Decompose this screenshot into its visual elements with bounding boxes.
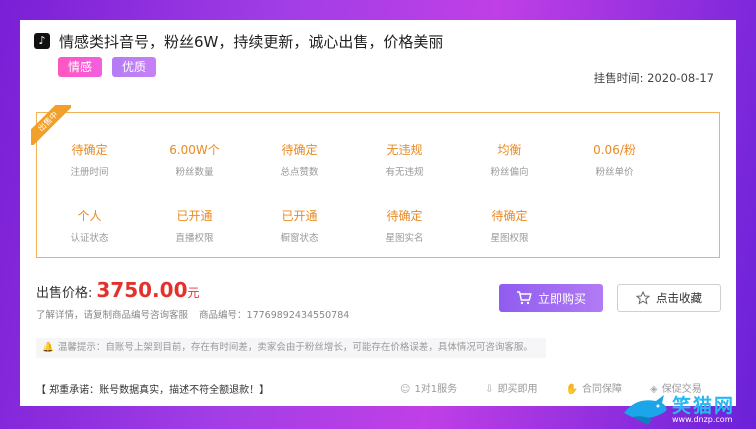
price-amount: 3750.00 — [96, 278, 188, 302]
stat-label: 橱窗状态 — [280, 233, 319, 244]
price-row: 出售价格: 3750.00元 — [36, 278, 200, 302]
buy-now-button[interactable]: 立即购买 — [499, 284, 603, 312]
stat-label: 认证状态 — [70, 233, 109, 244]
tag-quality: 优质 — [112, 57, 157, 77]
stat-label: 有无违规 — [385, 167, 424, 178]
stat-fan-bias: 均衡 粉丝偏向 — [457, 141, 562, 178]
handshake-icon: ✋ — [565, 384, 579, 395]
watermark-title: 笑猫网 — [672, 395, 736, 417]
stat-label: 总点赞数 — [280, 167, 319, 178]
stat-value: 待确定 — [491, 209, 528, 223]
stat-value: 无违规 — [386, 143, 423, 157]
stat-value: 均衡 — [497, 143, 522, 157]
douyin-icon: ♪ — [34, 33, 50, 49]
listing-card: ♪ 情感类抖音号，粉丝6W，持续更新，诚心出售，价格美丽 情感 优质 挂售时间:… — [20, 20, 736, 406]
stat-label: 粉丝数量 — [175, 167, 214, 178]
buy-now-label: 立即购买 — [537, 291, 586, 306]
user-icon: ☺ — [400, 384, 411, 395]
promise-text: 【 郑重承诺：账号数据真实，描述不符全额退款！】 — [36, 385, 270, 396]
price-unit: 元 — [187, 286, 200, 300]
notice-text: 温馨提示：自账号上架到目前，存在有时间差，卖家会由于粉丝增长，可能存在价格误差，… — [57, 342, 533, 353]
stat-showcase: 已开通 橱窗状态 — [247, 207, 352, 244]
star-icon — [636, 291, 650, 305]
stat-value: 6.00W个 — [169, 143, 220, 157]
stats-grid: 待确定 注册时间 6.00W个 粉丝数量 待确定 总点赞数 无违规 有无违规 均… — [37, 113, 719, 257]
desc-hint: 了解详情，请复制商品编号咨询客服 — [36, 310, 189, 321]
stat-live-permission: 已开通 直播权限 — [142, 207, 247, 244]
stats-box: 出售中 待确定 注册时间 6.00W个 粉丝数量 待确定 总点赞数 无违规 有无… — [31, 105, 720, 258]
feature-item: ✋ 合同保障 — [566, 380, 622, 395]
stat-value: 已开通 — [176, 209, 213, 223]
stat-verification: 个人 认证状态 — [37, 207, 142, 244]
stat-unit-price: 0.06/粉 粉丝单价 — [562, 141, 667, 178]
notice-bar: 🔔 温馨提示：自账号上架到目前，存在有时间差，卖家会由于粉丝增长，可能存在价格误差… — [36, 338, 546, 358]
stat-violation: 无违规 有无违规 — [352, 141, 457, 178]
stat-label: 注册时间 — [70, 167, 109, 178]
stat-label: 星图实名 — [385, 233, 424, 244]
feature-item: ☺ 1对1服务 — [400, 380, 457, 395]
post-time: 挂售时间: 2020-08-17 — [593, 71, 714, 85]
stat-xingtu-permission: 待确定 星图权限 — [457, 207, 562, 244]
site-watermark: 笑猫网 www.dnzp.com — [622, 389, 752, 427]
favorite-label: 点击收藏 — [656, 291, 702, 305]
stat-value: 0.06/粉 — [593, 143, 636, 157]
product-code: 商品编号：17769892434550784 — [199, 310, 350, 321]
stat-label: 粉丝偏向 — [490, 167, 529, 178]
shark-logo-icon — [624, 395, 667, 425]
price-label: 出售价格: — [36, 286, 93, 301]
stat-value: 待确定 — [71, 143, 108, 157]
stat-value: 待确定 — [386, 209, 423, 223]
bell-icon: 🔔 — [42, 342, 54, 353]
tag-emotion: 情感 — [58, 57, 103, 77]
feature-item: ⇩ 即买即用 — [485, 380, 537, 395]
feature-label: 合同保障 — [582, 384, 623, 395]
product-desc: 了解详情，请复制商品编号咨询客服 商品编号：17769892434550784 — [36, 307, 357, 321]
watermark-url: www.dnzp.com — [672, 415, 733, 424]
stat-label: 星图权限 — [490, 233, 529, 244]
stat-xingtu-realname: 待确定 星图实名 — [352, 207, 457, 244]
stat-value: 个人 — [77, 209, 102, 223]
download-icon: ⇩ — [485, 384, 494, 395]
stat-register-time: 待确定 注册时间 — [37, 141, 142, 178]
stat-label: 直播权限 — [175, 233, 214, 244]
tag-list: 情感 优质 — [58, 57, 157, 77]
stat-value: 待确定 — [281, 143, 318, 157]
stat-value: 已开通 — [281, 209, 318, 223]
cart-icon — [516, 291, 532, 305]
feature-label: 即买即用 — [497, 384, 538, 395]
stat-likes: 待确定 总点赞数 — [247, 141, 352, 178]
listing-title: 情感类抖音号，粉丝6W，持续更新，诚心出售，价格美丽 — [59, 33, 444, 51]
feature-label: 1对1服务 — [414, 384, 458, 395]
favorite-button[interactable]: 点击收藏 — [617, 284, 721, 312]
stat-label: 粉丝单价 — [595, 167, 634, 178]
stat-followers: 6.00W个 粉丝数量 — [142, 141, 247, 178]
